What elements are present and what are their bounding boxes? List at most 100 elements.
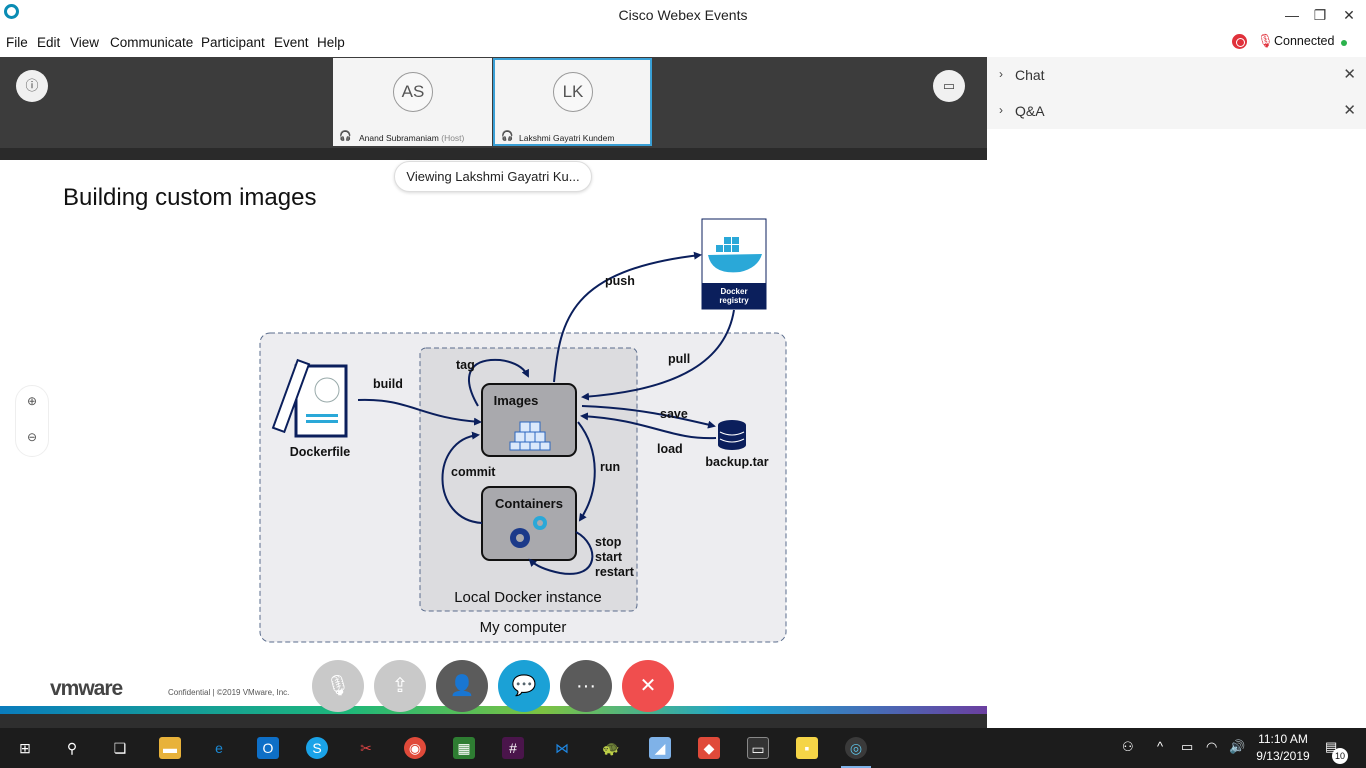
load-label: load — [657, 442, 683, 456]
run-label: run — [600, 460, 620, 474]
backup-label: backup.tar — [705, 455, 768, 469]
leave-button[interactable]: ✕ — [622, 660, 674, 712]
menu-edit[interactable]: Edit — [37, 35, 60, 50]
images-label: Images — [494, 393, 539, 408]
sticky-notes-icon[interactable]: ▪ — [796, 737, 818, 759]
share-icon: ⇪ — [391, 675, 409, 697]
mute-button[interactable]: 🎙 — [312, 660, 364, 712]
menu-event[interactable]: Event — [274, 35, 309, 50]
chevron-right-icon: › — [999, 67, 1003, 81]
my-computer-label: My computer — [480, 619, 567, 636]
zoom-out-icon[interactable]: ⊖ — [15, 430, 49, 444]
connected-dot-icon — [1341, 40, 1347, 46]
local-docker-label: Local Docker instance — [454, 589, 602, 606]
docker-diagram: My computer Local Docker instance Images… — [259, 218, 787, 643]
wifi-icon[interactable]: ◠ — [1206, 739, 1217, 755]
pull-label: pull — [668, 352, 690, 366]
terminal-icon[interactable]: ▭ — [747, 737, 769, 759]
mic-icon: 🎙 — [325, 675, 351, 697]
qa-panel-label: Q&A — [1015, 103, 1045, 119]
file-explorer-icon[interactable]: ▬ — [159, 737, 181, 759]
outlook-icon[interactable]: O — [257, 737, 279, 759]
menu-file[interactable]: File — [6, 35, 28, 50]
menu-communicate[interactable]: Communicate — [110, 35, 193, 50]
minimize-icon[interactable]: — — [1280, 4, 1304, 26]
more-button[interactable]: ··· — [560, 660, 612, 712]
restore-icon[interactable]: ❐ — [1308, 4, 1332, 26]
chat-icon: 💬 — [511, 675, 537, 697]
notification-badge: 10 — [1332, 748, 1348, 764]
video-strip-divider — [0, 148, 987, 160]
slide-bottom-bar — [0, 714, 987, 728]
restart-label: restart — [595, 565, 635, 579]
participant-tile-active[interactable]: LK 🎧 Lakshmi Gayatri Kundem — [493, 58, 652, 146]
volume-icon[interactable]: 🔊 — [1229, 739, 1245, 755]
search-icon[interactable]: ⚲ — [61, 737, 83, 759]
participant-name: Lakshmi Gayatri Kundem — [519, 133, 615, 143]
git-app-icon[interactable]: ◆ — [698, 737, 720, 759]
menu-bar: File Edit View Communicate Participant E… — [0, 30, 1366, 57]
close-icon[interactable]: ✕ — [1343, 101, 1356, 119]
windows-start-icon[interactable]: ⊞ — [14, 737, 36, 759]
people-icon[interactable]: ⚇ — [1122, 739, 1134, 755]
close-icon: ✕ — [639, 675, 657, 697]
registry-label-1: Docker — [720, 287, 747, 296]
layout-icon[interactable]: ▭ — [933, 70, 965, 102]
clock-date[interactable]: 9/13/2019 — [1252, 749, 1314, 763]
turtle-app-icon[interactable]: 🐢 — [600, 737, 622, 759]
dockerfile-label: Dockerfile — [290, 445, 350, 459]
build-label: build — [373, 377, 403, 391]
clock-time[interactable]: 11:10 AM — [1256, 732, 1310, 746]
battery-icon[interactable]: ▭ — [1181, 739, 1193, 755]
headset-icon: 🎧 — [339, 131, 352, 142]
info-icon[interactable]: ⓘ — [16, 70, 48, 102]
mic-muted-icon[interactable]: 🎙 — [1257, 33, 1274, 49]
close-icon[interactable]: ✕ — [1343, 65, 1356, 83]
title-bar: Cisco Webex Events — ❐ ✕ — [0, 0, 1366, 30]
headset-icon: 🎧 — [501, 131, 514, 142]
menu-view[interactable]: View — [70, 35, 99, 50]
webex-taskbar-icon[interactable]: ◎ — [845, 737, 867, 759]
participant-name: Anand Subramaniam (Host) — [359, 133, 465, 143]
qa-panel-header[interactable]: › Q&A ✕ — [987, 93, 1366, 129]
save-label: save — [660, 407, 688, 421]
chat-panel-header[interactable]: › Chat ✕ — [987, 57, 1366, 93]
more-icon: ··· — [576, 675, 596, 697]
chat-button[interactable]: 💬 — [498, 660, 550, 712]
avatar: LK — [553, 72, 593, 112]
spreadsheet-icon[interactable]: ▦ — [453, 737, 475, 759]
task-view-icon[interactable]: ❏ — [109, 737, 131, 759]
containers-label: Containers — [495, 496, 563, 511]
tag-label: tag — [456, 358, 475, 372]
chevron-right-icon: › — [999, 103, 1003, 117]
registry-label-2: registry — [719, 296, 749, 305]
recording-icon[interactable] — [1232, 34, 1247, 49]
chat-panel-label: Chat — [1015, 67, 1045, 83]
vscode-icon[interactable]: ⋈ — [551, 737, 573, 759]
window-title: Cisco Webex Events — [618, 7, 748, 23]
push-label: push — [605, 274, 635, 288]
close-window-icon[interactable]: ✕ — [1337, 4, 1361, 26]
database-icon — [718, 420, 746, 450]
commit-label: commit — [451, 465, 496, 479]
chevron-up-icon[interactable]: ^ — [1157, 739, 1163, 754]
skype-icon[interactable]: S — [306, 737, 328, 759]
zoom-in-icon[interactable]: ⊕ — [15, 394, 49, 408]
snipping-tool-icon[interactable]: ✂ — [355, 737, 377, 759]
connection-status: Connected — [1274, 34, 1335, 48]
vmware-logo: vmware — [50, 677, 123, 700]
notes-app-icon[interactable]: ◢ — [649, 737, 671, 759]
side-panel — [987, 57, 1366, 728]
avatar: AS — [393, 72, 433, 112]
share-button[interactable]: ⇪ — [374, 660, 426, 712]
slack-icon[interactable]: # — [502, 737, 524, 759]
internet-explorer-icon[interactable]: e — [208, 737, 230, 759]
slide-footer: Confidential | ©2019 VMware, Inc. — [168, 688, 290, 697]
chrome-icon[interactable]: ◉ — [404, 737, 426, 759]
participant-tile[interactable]: AS 🎧 Anand Subramaniam (Host) — [333, 58, 492, 146]
participants-button[interactable]: 👤 — [436, 660, 488, 712]
menu-participant[interactable]: Participant — [201, 35, 265, 50]
slide-footer-gradient — [0, 706, 987, 714]
menu-help[interactable]: Help — [317, 35, 345, 50]
stop-label: stop — [595, 535, 622, 549]
